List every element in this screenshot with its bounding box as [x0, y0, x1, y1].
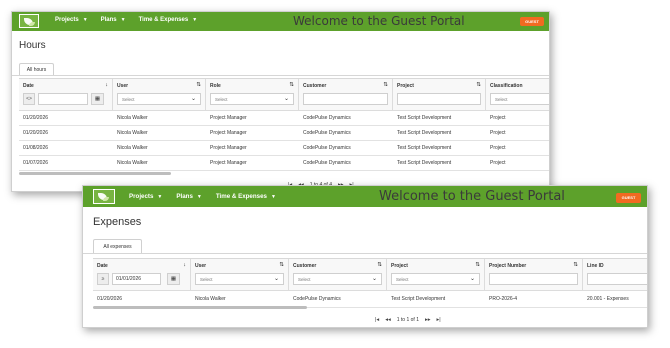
sort-icon[interactable]: ⇅ [475, 262, 480, 268]
sort-icon[interactable]: ⇅ [573, 262, 578, 268]
first-page-icon[interactable]: |◂ [375, 317, 379, 323]
chevron-down-icon: ⌄ [190, 96, 196, 102]
hours-window: Projects ▼ Plans ▼ Time & Expenses ▼ Welcom… [11, 11, 550, 192]
column-header-user[interactable]: User ⇅ Select ⌄ [113, 79, 206, 110]
chevron-down-icon: ▼ [192, 17, 198, 23]
nav-time-expenses[interactable]: Time & Expenses ▼ [139, 17, 198, 23]
tab-all-expenses[interactable]: All expenses [93, 239, 142, 253]
customer-filter-select[interactable]: Select ⌄ [293, 273, 382, 285]
page-title: Expenses [93, 216, 142, 228]
chevron-down-icon: ⌄ [469, 276, 475, 282]
sort-icon[interactable]: ⇅ [476, 82, 481, 88]
table-row[interactable]: 01/07/2026 Nicola Walker Project Manager… [19, 156, 549, 171]
tab-divider [83, 253, 647, 254]
chevron-down-icon: ▼ [120, 17, 126, 23]
tab-divider [12, 75, 549, 76]
leaf-logo-icon[interactable] [19, 14, 39, 28]
column-header-customer[interactable]: Customer ⇅ [299, 79, 393, 110]
expenses-window: Projects ▼ Plans ▼ Time & Expenses ▼ Welcom… [82, 185, 648, 328]
date-filter-input[interactable] [38, 93, 88, 105]
hours-table: Date ↓ <> ▦ User ⇅ Select ⌄ Role ⇅ Selec… [19, 78, 549, 171]
column-header-date[interactable]: Date ↓ ≥ 01/01/2026 ▦ [93, 259, 191, 290]
user-filter-select[interactable]: Select ⌄ [195, 273, 284, 285]
chevron-down-icon: ▼ [196, 194, 202, 200]
table-header-row: Date ↓ <> ▦ User ⇅ Select ⌄ Role ⇅ Selec… [19, 79, 549, 111]
role-filter-select[interactable]: Select ⌄ [210, 93, 294, 105]
guest-button[interactable]: GUEST [520, 17, 544, 26]
column-header-role[interactable]: Role ⇅ Select ⌄ [206, 79, 299, 110]
page-title: Hours [19, 40, 46, 51]
table-row[interactable]: 01/20/2026 Nicola Walker Project Manager… [19, 111, 549, 126]
horizontal-scrollbar[interactable] [93, 306, 307, 309]
chevron-down-icon: ▼ [270, 194, 276, 200]
column-header-customer[interactable]: Customer ⇅ Select ⌄ [289, 259, 387, 290]
classification-filter-select[interactable]: Select [490, 93, 549, 105]
project-filter-select[interactable]: Select ⌄ [391, 273, 480, 285]
column-header-user[interactable]: User ⇅ Select ⌄ [191, 259, 289, 290]
line-id-filter-input[interactable] [587, 273, 647, 285]
column-header-project[interactable]: Project ⇅ Select ⌄ [387, 259, 485, 290]
date-filter: <> ▦ [23, 93, 108, 105]
sort-icon[interactable]: ↓ [105, 82, 108, 88]
calendar-icon[interactable]: ▦ [167, 273, 180, 285]
pagination: |◂ ◂◂ 1 to 1 of 1 ▸▸ ▸| [375, 317, 441, 323]
chevron-down-icon: ▼ [157, 194, 163, 200]
top-nav-bar: Projects ▼ Plans ▼ Time & Expenses ▼ Welcom… [12, 12, 549, 31]
next-page-icon[interactable]: ▸▸ [425, 317, 431, 323]
leaf-logo-icon[interactable] [93, 189, 115, 204]
column-header-classification[interactable]: Classification Select [486, 79, 549, 110]
chevron-down-icon: ▼ [82, 17, 88, 23]
main-nav: Projects ▼ Plans ▼ Time & Expenses ▼ [55, 17, 197, 23]
chevron-down-icon: ⌄ [371, 276, 377, 282]
nav-projects[interactable]: Projects ▼ [129, 193, 162, 200]
sort-icon[interactable]: ↓ [183, 262, 186, 268]
sort-icon[interactable]: ⇅ [377, 262, 382, 268]
sort-icon[interactable]: ⇅ [196, 82, 201, 88]
previous-page-icon[interactable]: ◂◂ [385, 317, 391, 323]
main-nav: Projects ▼ Plans ▼ Time & Expenses ▼ [129, 193, 276, 200]
horizontal-scrollbar[interactable] [19, 172, 171, 175]
sort-icon[interactable]: ⇅ [383, 82, 388, 88]
chevron-down-icon: ⌄ [283, 96, 289, 102]
welcome-heading: Welcome to the Guest Portal [293, 14, 465, 28]
customer-filter-input[interactable] [303, 93, 388, 105]
page-summary: 1 to 1 of 1 [396, 317, 419, 323]
guest-button[interactable]: GUEST [616, 193, 641, 203]
nav-plans[interactable]: Plans ▼ [101, 17, 126, 23]
date-operator-button[interactable]: ≥ [97, 273, 109, 285]
tab-all-hours[interactable]: All hours [19, 63, 54, 75]
column-header-project[interactable]: Project ⇅ [393, 79, 486, 110]
project-filter-input[interactable] [397, 93, 481, 105]
nav-projects[interactable]: Projects ▼ [55, 17, 88, 23]
date-operator-button[interactable]: <> [23, 93, 35, 105]
sort-icon[interactable]: ⇅ [279, 262, 284, 268]
nav-time-expenses[interactable]: Time & Expenses ▼ [216, 193, 276, 200]
sort-icon[interactable]: ⇅ [289, 82, 294, 88]
table-row[interactable]: 01/08/2026 Nicola Walker Project Manager… [19, 141, 549, 156]
date-filter-input[interactable]: 01/01/2026 [112, 273, 161, 285]
expenses-table: Date ↓ ≥ 01/01/2026 ▦ User ⇅ Select ⌄ Cu… [93, 258, 647, 308]
top-nav-bar: Projects ▼ Plans ▼ Time & Expenses ▼ Welcom… [83, 186, 647, 207]
column-header-date[interactable]: Date ↓ <> ▦ [19, 79, 113, 110]
date-filter: ≥ 01/01/2026 ▦ [97, 273, 186, 285]
user-filter-select[interactable]: Select ⌄ [117, 93, 201, 105]
table-header-row: Date ↓ ≥ 01/01/2026 ▦ User ⇅ Select ⌄ Cu… [93, 259, 647, 291]
welcome-heading: Welcome to the Guest Portal [379, 189, 565, 204]
calendar-icon[interactable]: ▦ [91, 93, 104, 105]
column-header-project-number[interactable]: Project Number ⇅ [485, 259, 583, 290]
chevron-down-icon: ⌄ [273, 276, 279, 282]
nav-plans[interactable]: Plans ▼ [176, 193, 201, 200]
column-header-line-id[interactable]: Line ID [583, 259, 647, 290]
last-page-icon[interactable]: ▸| [437, 317, 441, 323]
project-number-filter-input[interactable] [489, 273, 578, 285]
table-row[interactable]: 01/20/2026 Nicola Walker Project Manager… [19, 126, 549, 141]
